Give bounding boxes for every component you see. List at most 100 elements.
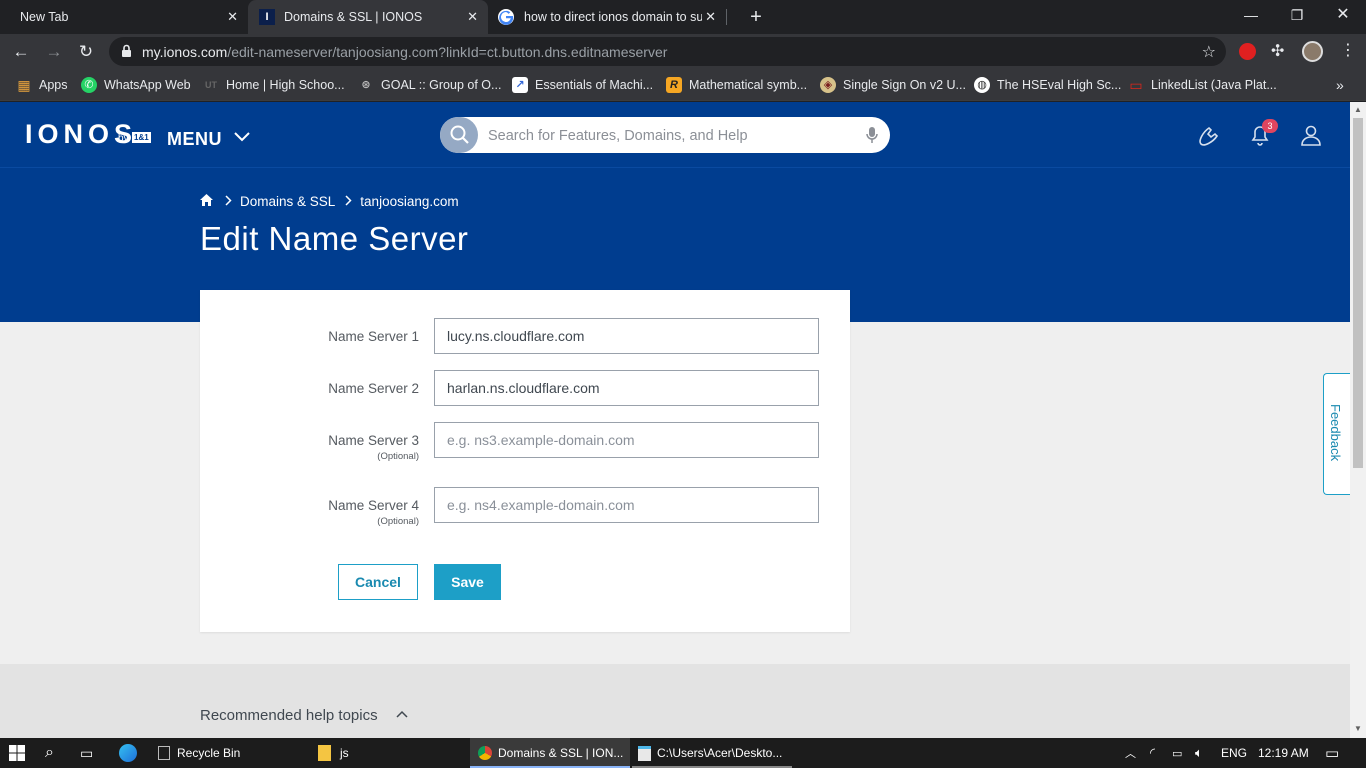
- oracle-icon: ▭: [1129, 77, 1143, 93]
- save-button[interactable]: Save: [434, 564, 501, 600]
- windows-taskbar: ⌕ ▭ Recycle Bin js Domains & SSL | ION..…: [0, 738, 1366, 768]
- school-site-icon: UT: [205, 80, 217, 90]
- task-view-icon[interactable]: ▭: [80, 738, 93, 768]
- name-server-1-input[interactable]: [435, 319, 818, 353]
- search-icon[interactable]: ⌕: [45, 738, 54, 768]
- tab-google-search[interactable]: how to direct ionos domain to su ✕: [488, 0, 726, 34]
- tab-title: how to direct ionos domain to su: [524, 10, 702, 24]
- tab-domains-ssl[interactable]: I Domains & SSL | IONOS ✕: [248, 0, 488, 34]
- chrome-icon: [478, 746, 492, 760]
- search-placeholder: Search for Features, Domains, and Help: [488, 128, 748, 144]
- extension-red-icon[interactable]: [1239, 43, 1256, 60]
- reload-icon[interactable]: ↻: [73, 39, 99, 65]
- taskbar-label: js: [340, 746, 349, 760]
- folder-icon: [318, 745, 331, 761]
- name-server-4-input[interactable]: [435, 488, 818, 522]
- help-topics-toggle[interactable]: Recommended help topics: [200, 707, 378, 724]
- name-server-4-field[interactable]: [434, 487, 819, 523]
- lock-icon: [121, 44, 132, 63]
- new-tab-plus-icon[interactable]: +: [733, 2, 779, 32]
- bookmarks-overflow-icon[interactable]: »: [1336, 76, 1344, 94]
- taskbar-notepad[interactable]: C:\Users\Acer\Deskto...: [632, 738, 792, 768]
- tab-close-icon[interactable]: ✕: [227, 9, 238, 25]
- window-close-icon[interactable]: ✕: [1320, 0, 1366, 30]
- bookmark-label: Home | High Schoo...: [226, 78, 345, 92]
- help-topics-section: Recommended help topics: [0, 664, 1350, 738]
- windows-start-icon[interactable]: [8, 738, 26, 768]
- name-server-2-field[interactable]: [434, 370, 819, 406]
- bookmark-star-icon[interactable]: ☆: [1202, 42, 1216, 62]
- back-arrow-icon[interactable]: ←: [8, 39, 34, 65]
- bookmark-label: Essentials of Machi...: [535, 78, 654, 92]
- name-server-2-input[interactable]: [435, 371, 818, 405]
- volume-icon[interactable]: 🔈︎: [1195, 738, 1203, 768]
- taskbar-recycle-bin[interactable]: Recycle Bin: [152, 738, 310, 768]
- bookmark-linkedlist[interactable]: ▭ LinkedList (Java Plat...: [1128, 76, 1276, 94]
- phone-icon[interactable]: [1195, 122, 1221, 148]
- wifi-icon[interactable]: ◜: [1150, 738, 1155, 768]
- show-hidden-icons-chevron-icon[interactable]: ︿: [1125, 738, 1136, 768]
- breadcrumb-domains-link[interactable]: Domains & SSL: [240, 194, 335, 209]
- recycle-bin-icon: [158, 746, 170, 760]
- name-server-1-field[interactable]: [434, 318, 819, 354]
- clock-time[interactable]: 12:19 AM: [1258, 738, 1309, 768]
- chevron-up-icon[interactable]: [396, 705, 408, 721]
- taskbar-js-folder[interactable]: js: [312, 738, 468, 768]
- bookmark-high-school[interactable]: UT Home | High Schoo...: [203, 76, 345, 94]
- breadcrumb-domain-link[interactable]: tanjoosiang.com: [360, 194, 458, 209]
- ionos-favicon-icon: I: [259, 9, 275, 25]
- name-server-2-label: Name Server 2: [328, 381, 419, 396]
- name-server-3-field[interactable]: [434, 422, 819, 458]
- scrollbar-thumb[interactable]: [1353, 118, 1363, 468]
- edge-icon[interactable]: [119, 738, 137, 768]
- notification-center-icon[interactable]: ▭: [1325, 738, 1339, 768]
- profile-avatar[interactable]: [1302, 41, 1323, 62]
- bookmark-whatsapp[interactable]: ✆ WhatsApp Web: [81, 76, 191, 94]
- bookmark-sso[interactable]: ◈ Single Sign On v2 U...: [820, 76, 966, 94]
- battery-icon[interactable]: ▭: [1172, 738, 1182, 768]
- tab-new-tab[interactable]: New Tab ✕: [0, 0, 248, 34]
- user-account-icon[interactable]: [1298, 122, 1324, 148]
- forward-arrow-icon[interactable]: →: [41, 39, 67, 65]
- brand-1and1-logo: 1&1: [132, 132, 151, 143]
- home-icon[interactable]: [200, 194, 213, 209]
- notification-count-badge: 3: [1262, 119, 1278, 133]
- menu-label: MENU: [167, 129, 222, 149]
- page-scrollbar[interactable]: ▲ ▼: [1350, 102, 1366, 738]
- bookmark-apps[interactable]: ▦ Apps: [16, 76, 68, 94]
- menu-button[interactable]: MENU: [167, 126, 250, 150]
- scroll-down-arrow-icon[interactable]: ▼: [1354, 724, 1362, 733]
- google-favicon-icon: [498, 9, 514, 25]
- tab-separator: [726, 9, 727, 25]
- bookmark-goal[interactable]: ⊛ GOAL :: Group of O...: [358, 76, 501, 94]
- microphone-icon[interactable]: [866, 126, 878, 149]
- search-icon[interactable]: [440, 117, 478, 153]
- language-indicator[interactable]: ENG: [1221, 738, 1247, 768]
- bookmark-math-symbols[interactable]: R Mathematical symb...: [666, 76, 807, 94]
- name-server-1-label: Name Server 1: [328, 329, 419, 344]
- bookmark-label: WhatsApp Web: [104, 78, 191, 92]
- address-bar[interactable]: my.ionos.com/edit-nameserver/tanjoosiang…: [109, 37, 1226, 66]
- tab-close-icon[interactable]: ✕: [467, 9, 478, 25]
- whatsapp-icon: ✆: [81, 77, 97, 93]
- bookmark-hseval[interactable]: ◍ The HSEval High Sc...: [974, 76, 1121, 94]
- chart-site-icon: ↗: [512, 77, 528, 93]
- extensions-puzzle-icon[interactable]: ✣: [1271, 41, 1284, 61]
- name-server-form-card: Name Server 1 Name Server 2 Name Server …: [200, 290, 850, 632]
- restore-icon[interactable]: ❐: [1274, 0, 1320, 30]
- search-input[interactable]: Search for Features, Domains, and Help: [440, 117, 890, 153]
- browser-menu-icon[interactable]: ⋮: [1340, 40, 1356, 60]
- bookmark-label: Apps: [39, 78, 68, 92]
- feedback-tab[interactable]: Feedback: [1323, 373, 1350, 495]
- bookmarks-bar: ▦ Apps ✆ WhatsApp Web UT Home | High Sch…: [0, 69, 1366, 101]
- scroll-up-arrow-icon[interactable]: ▲: [1354, 105, 1362, 114]
- cancel-button[interactable]: Cancel: [338, 564, 418, 600]
- minimize-icon[interactable]: —: [1228, 0, 1274, 30]
- bookmark-essentials[interactable]: ↗ Essentials of Machi...: [512, 76, 653, 94]
- name-server-3-input[interactable]: [435, 423, 818, 457]
- tab-close-icon[interactable]: ✕: [705, 9, 716, 25]
- tab-title: Domains & SSL | IONOS: [284, 10, 423, 24]
- globe-icon: ◍: [974, 77, 990, 93]
- taskbar-chrome[interactable]: Domains & SSL | ION...: [470, 738, 630, 768]
- name-server-4-label: Name Server 4: [328, 498, 419, 513]
